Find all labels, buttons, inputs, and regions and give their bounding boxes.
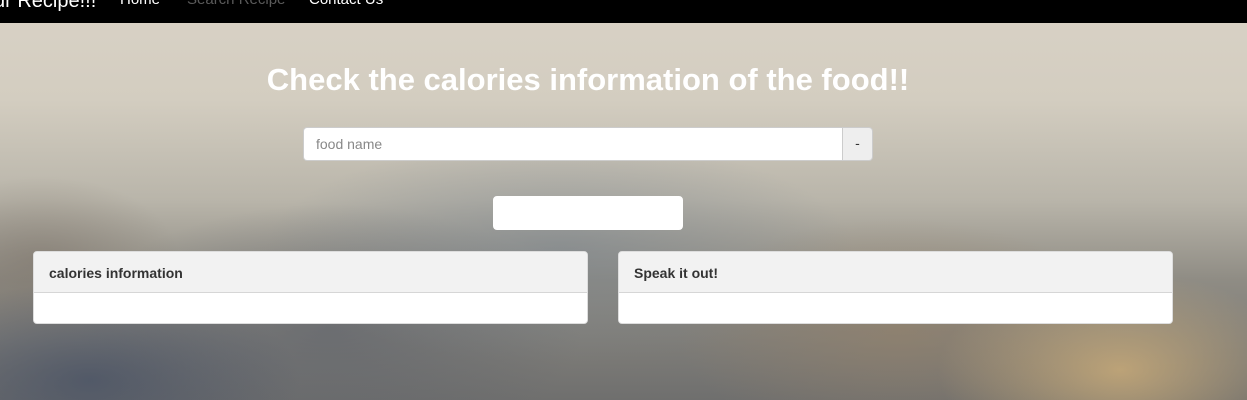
- speak-it-out-panel: Speak it out!: [618, 251, 1173, 324]
- page-title: Check the calories information of the fo…: [266, 62, 910, 97]
- panel-heading: Speak it out!: [619, 252, 1172, 293]
- calories-info-body: [34, 293, 587, 323]
- top-navbar: ur Recipe!!! Home Search Recipe Contact …: [0, 0, 1247, 23]
- search-addon-button[interactable]: -: [842, 127, 873, 161]
- nav-home-link[interactable]: Home: [120, 0, 160, 8]
- submit-button[interactable]: [493, 196, 683, 230]
- panel-heading: calories information: [34, 252, 587, 293]
- food-name-input[interactable]: [303, 127, 842, 161]
- calories-info-panel: calories information: [33, 251, 588, 324]
- food-search-group: -: [303, 127, 873, 161]
- speak-it-out-body: [619, 293, 1172, 323]
- nav-contact-us-link[interactable]: Contact Us: [309, 0, 383, 8]
- brand-logo[interactable]: ur Recipe!!!: [0, 0, 96, 13]
- nav-search-recipe-link[interactable]: Search Recipe: [187, 0, 285, 8]
